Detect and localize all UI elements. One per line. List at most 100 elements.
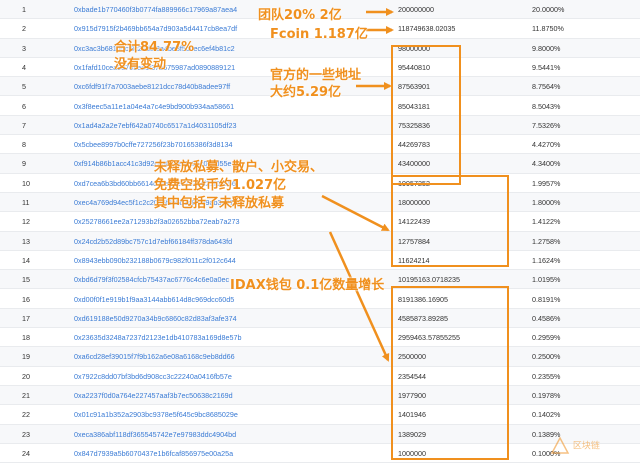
address-link[interactable]: 0xeca386abf118df365545742e7e97983ddc4904… [74,425,236,444]
address-link[interactable]: 0x01c91a1b352a2903bc9378e5f645c9bc868502… [74,405,238,424]
rank-cell: 1 [22,5,26,14]
annotation-team: 团队20% 2亿 [258,8,342,23]
table-row: 13 0x24cd2b52d89bc757c1d7ebf66184ff378da6… [0,231,640,251]
annotation-unreleased-line1: 未释放私募、散户、小交易、 [154,160,324,175]
table-row: 22 0x01c91a1b352a2903bc9378e5f645c9bc8685… [0,405,640,425]
quantity-cell: 200000000 [398,5,434,14]
quantity-cell: 1000000 [398,448,426,458]
percentage-cell: 8.5043% [532,101,561,111]
table-row: 7 0x1ad4a2a2e7ebf642a0740c6517a1d4031105d… [0,115,640,136]
watermark-logo: 区块链 [550,436,634,460]
address-link[interactable]: 0xa6cd28ef39015f7f9b162a6e08a6168c9eb8dd… [74,347,235,366]
rank-cell: 10 [22,178,30,188]
percentage-cell: 11.8750% [532,24,564,34]
percentage-cell: 0.8191% [532,294,561,304]
rank-cell: 4 [22,62,26,72]
rank-cell: 7 [22,120,26,130]
table-row: 20 0x7922c8dd07bf3bd6d908cc3c22240a0416fb… [0,366,640,386]
annotation-official-line2: 大约5.29亿 [270,85,342,100]
quantity-cell: 1389029 [398,429,426,439]
rank-cell: 14 [22,255,30,265]
quantity-cell: 19957252 [398,178,430,188]
percentage-cell: 0.2355% [532,371,561,381]
rank-cell: 20 [22,371,30,381]
address-link[interactable]: 0x1ad4a2a2e7ebf642a0740c6517a1d4031105df… [74,116,237,135]
percentage-cell: 8.7564% [532,82,561,92]
percentage-cell: 0.1402% [532,410,561,420]
address-link[interactable]: 0x7922c8dd07bf3bd6d908cc3c22240a0416fb57… [74,367,232,386]
address-link[interactable]: 0xd00f0f1e919b1f9aa3144abb614d8c969dcc60… [74,290,234,309]
address-link[interactable]: 0xd619188e50d9270a34b9c6860c82d83af3afe3… [74,309,237,328]
table-row: 19 0xa6cd28ef39015f7f9b162a6e08a6168c9eb8… [0,347,640,367]
address-link[interactable]: 0x3f8eec5a11e1a04e4a7c4e9bd900b934aa5866… [74,97,234,116]
rank-cell: 3 [22,43,26,53]
address-link[interactable]: 0xbd6d79f3f02584cfcb75437ac6776c4c6e0a0e… [74,270,229,289]
quantity-cell: 1401946 [398,410,426,420]
rank-cell: 9 [22,159,26,169]
rank-cell: 17 [22,313,30,323]
percentage-cell: 4.3400% [532,159,561,169]
rank-cell: 2 [22,24,26,34]
quantity-cell: 2354544 [398,371,426,381]
address-link[interactable]: 0xbade1b770460f3b0774fa889966c17969a87ae… [74,0,237,19]
rank-cell: 12 [22,217,30,227]
rank-cell: 15 [22,275,30,285]
percentage-cell: 1.4122% [532,217,561,227]
table-row: 10 0xd7cea6b3bd60bb6614c7eed1e67c3c4f21f0… [0,173,640,193]
quantity-cell: 95440810 [398,62,430,72]
percentage-cell: 1.2758% [532,236,561,246]
address-link[interactable]: 0x25278661ee2a71293b2f3a02652bba72eab7a2… [74,212,240,231]
rank-cell: 16 [22,294,30,304]
quantity-cell: 4585873.89285 [398,313,448,323]
quantity-cell: 44269783 [398,140,430,150]
watermark-text: 区块链 [572,441,600,452]
quantity-cell: 1977900 [398,391,426,400]
rank-cell: 22 [22,410,30,420]
percentage-cell: 1.9957% [532,178,561,188]
percentage-cell: 1.1624% [532,255,561,265]
percentage-cell: 0.2500% [532,352,561,362]
rank-cell: 23 [22,429,30,439]
rank-cell: 8 [22,140,26,150]
annotation-fcoin: Fcoin 1.187亿 [270,27,368,42]
rank-cell: 11 [22,198,30,207]
quantity-cell: 85043181 [398,101,430,111]
quantity-cell: 8191386.16905 [398,294,448,304]
address-link[interactable]: 0xc6fdf91f7a7003aebe8121dcc78d40b8adee97… [74,77,230,96]
table-row: 21 0xa2237f0d0a764e227457aaf3b7ec50638c21… [0,386,640,406]
annotation-unreleased-line3: 其中包括了未释放私募 [154,196,285,211]
rank-cell: 6 [22,101,26,111]
percentage-cell: 7.5326% [532,120,561,130]
address-link[interactable]: 0x5cbee8997b0cffe727256f23b70165386f3d81… [74,135,233,154]
table-row: 14 0x8943ebb090b232188b0679c982f011c2f012… [0,250,640,271]
percentage-cell: 0.2959% [532,333,561,343]
table-row: 11 0xec4a769d94ec5f1c2c20b5f3e5b3c8fb39ab… [0,193,640,213]
quantity-cell: 87563901 [398,82,430,92]
percentage-cell: 0.1978% [532,391,561,400]
rank-cell: 24 [22,448,30,458]
table-row: 12 0x25278661ee2a71293b2f3a02652bba72eab7… [0,212,640,232]
address-link[interactable]: 0x23635d3248a7237d2123e1db410783a169d8e5… [74,328,242,347]
table-row: 24 0x847d7939a5b6070437e1b6fcaf856975e00a… [0,443,640,464]
quantity-cell: 2500000 [398,352,426,362]
table-row: 23 0xeca386abf118df365545742e7e97983ddc49… [0,424,640,444]
address-link[interactable]: 0xa2237f0d0a764e227457aaf3b7ec50638c2169… [74,386,233,405]
annotation-total-line2: 没有变动 [114,57,167,72]
quantity-cell: 11624214 [398,255,430,265]
quantity-cell: 10195163.0718235 [398,275,460,285]
address-link[interactable]: 0x8943ebb090b232188b0679c982f011c2f012c6… [74,251,236,270]
table-row: 17 0xd619188e50d9270a34b9c6860c82d83af3af… [0,308,640,329]
rank-cell: 5 [22,82,26,92]
quantity-cell: 12757884 [398,236,430,246]
annotation-unreleased-line2: 免费空投币约1.027亿 [154,178,287,193]
rank-cell: 13 [22,236,30,246]
quantity-cell: 98000000 [398,43,430,53]
quantity-cell: 43400000 [398,159,430,169]
address-link[interactable]: 0x847d7939a5b6070437e1b6fcaf856975e00a25… [74,444,233,463]
address-link[interactable]: 0x24cd2b52d89bc757c1d7ebf66184ff378da643… [74,232,232,251]
rank-cell: 18 [22,333,30,343]
percentage-cell: 4.4270% [532,140,561,150]
annotation-idax: IDAX钱包 0.1亿数量增长 [230,278,385,293]
table-row: 18 0x23635d3248a7237d2123e1db410783a169d8… [0,328,640,348]
quantity-cell: 118749638.02035 [398,24,456,34]
